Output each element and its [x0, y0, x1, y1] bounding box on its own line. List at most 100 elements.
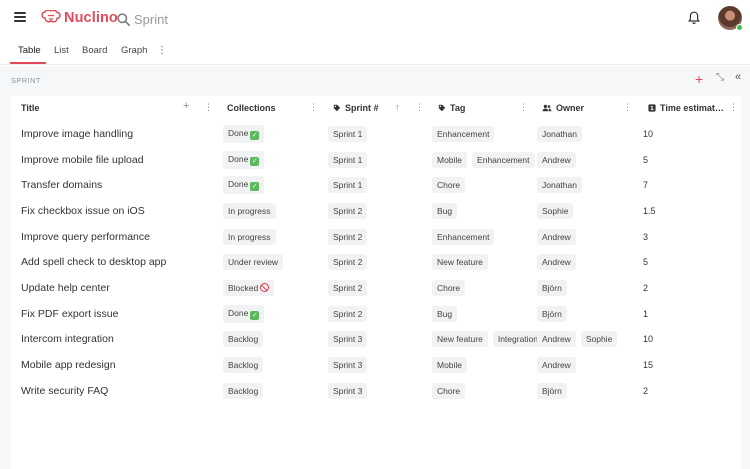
- column-menu-icon[interactable]: ⋮: [519, 103, 528, 112]
- table-row[interactable]: Improve image handling Done ✓ Sprint 1 Enhan…: [11, 121, 741, 147]
- sprint-cell[interactable]: Sprint 2: [328, 301, 372, 327]
- collection-cell[interactable]: In progress: [223, 198, 281, 224]
- time-estimate-cell[interactable]: 5: [643, 147, 648, 173]
- table-row[interactable]: Improve mobile file upload Done ✓ Sprint 1 M…: [11, 147, 741, 173]
- add-item-button[interactable]: +: [695, 72, 703, 86]
- sprint-cell[interactable]: Sprint 2: [328, 224, 372, 250]
- row-title[interactable]: Update help center: [21, 275, 110, 301]
- tabs-more-icon[interactable]: ⋮: [157, 45, 167, 56]
- owner-cell[interactable]: Andrew: [537, 224, 641, 250]
- collection-cell[interactable]: Done ✓: [223, 121, 269, 147]
- column-menu-icon[interactable]: ⋮: [623, 103, 632, 112]
- column-header-collections[interactable]: Collections: [227, 96, 276, 120]
- time-estimate-cell[interactable]: 10: [643, 327, 653, 353]
- tag-cell[interactable]: New feature Integration: [432, 327, 538, 353]
- tag-cell[interactable]: Bug: [432, 301, 538, 327]
- row-title[interactable]: Add spell check to desktop app: [21, 250, 166, 276]
- column-header-tag[interactable]: Tag: [438, 96, 465, 120]
- time-estimate-cell[interactable]: 1.5: [643, 198, 656, 224]
- logo[interactable]: Nuclino: [41, 8, 118, 28]
- column-menu-icon[interactable]: ⋮: [729, 103, 738, 112]
- tab-graph[interactable]: Graph: [121, 45, 147, 65]
- add-column-icon[interactable]: +: [183, 101, 189, 112]
- tag-cell[interactable]: Enhancement: [432, 121, 538, 147]
- tab-board[interactable]: Board: [82, 45, 107, 65]
- collection-cell[interactable]: Under review: [223, 250, 288, 276]
- collection-cell[interactable]: Blocked: [223, 275, 279, 301]
- tag-cell[interactable]: Mobile Enhancement: [432, 147, 538, 173]
- sort-ascending-icon[interactable]: ↑: [395, 103, 400, 112]
- column-header-owner[interactable]: Owner: [542, 96, 584, 120]
- sprint-cell[interactable]: Sprint 1: [328, 172, 372, 198]
- table-row[interactable]: Write security FAQ Backlog Sprint 3 Chore Bj…: [11, 378, 741, 404]
- time-estimate-cell[interactable]: 15: [643, 352, 653, 378]
- sprint-cell[interactable]: Sprint 3: [328, 327, 372, 353]
- bell-icon[interactable]: [688, 11, 700, 25]
- time-estimate-cell[interactable]: 10: [643, 121, 653, 147]
- sprint-cell[interactable]: Sprint 2: [328, 275, 372, 301]
- column-header-sprint[interactable]: Sprint #: [333, 96, 379, 120]
- column-menu-icon[interactable]: ⋮: [415, 103, 424, 112]
- column-menu-icon[interactable]: ⋮: [204, 103, 213, 112]
- collection-cell[interactable]: Done ✓: [223, 172, 269, 198]
- row-title[interactable]: Transfer domains: [21, 172, 102, 198]
- tag-cell[interactable]: New feature: [432, 250, 538, 276]
- collection-cell[interactable]: Backlog: [223, 327, 268, 353]
- time-estimate-cell[interactable]: 2: [643, 275, 648, 301]
- owner-cell[interactable]: Andrew Sophie: [537, 327, 641, 353]
- time-estimate-cell[interactable]: 3: [643, 224, 648, 250]
- owner-cell[interactable]: Jonathan: [537, 121, 641, 147]
- table-row[interactable]: Fix PDF export issue Done ✓ Sprint 2 Bug Björ…: [11, 301, 741, 327]
- collapse-panel-icon[interactable]: «: [735, 71, 741, 83]
- owner-cell[interactable]: Björn: [537, 275, 641, 301]
- collection-cell[interactable]: Backlog: [223, 352, 268, 378]
- owner-cell[interactable]: Björn: [537, 301, 641, 327]
- time-estimate-cell[interactable]: 2: [643, 378, 648, 404]
- time-estimate-cell[interactable]: 5: [643, 250, 648, 276]
- table-row[interactable]: Intercom integration Backlog Sprint 3 New f…: [11, 327, 741, 353]
- tag-cell[interactable]: Chore: [432, 378, 538, 404]
- row-title[interactable]: Intercom integration: [21, 327, 114, 353]
- tag-cell[interactable]: Enhancement: [432, 224, 538, 250]
- table-row[interactable]: Improve query performance In progress Spri…: [11, 224, 741, 250]
- row-title[interactable]: Write security FAQ: [21, 378, 108, 404]
- sprint-cell[interactable]: Sprint 1: [328, 147, 372, 173]
- collection-cell[interactable]: Backlog: [223, 378, 268, 404]
- owner-cell[interactable]: Andrew: [537, 250, 641, 276]
- row-title[interactable]: Improve image handling: [21, 121, 133, 147]
- sprint-cell[interactable]: Sprint 2: [328, 198, 372, 224]
- row-title[interactable]: Improve query performance: [21, 224, 150, 250]
- column-menu-icon[interactable]: ⋮: [309, 103, 318, 112]
- owner-cell[interactable]: Björn: [537, 378, 641, 404]
- sprint-cell[interactable]: Sprint 3: [328, 352, 372, 378]
- sprint-cell[interactable]: Sprint 3: [328, 378, 372, 404]
- tag-cell[interactable]: Bug: [432, 198, 538, 224]
- menu-icon[interactable]: [14, 12, 26, 22]
- time-estimate-cell[interactable]: 1: [643, 301, 648, 327]
- column-header-title[interactable]: Title: [21, 96, 39, 120]
- table-row[interactable]: Fix checkbox issue on iOS In progress Spri…: [11, 198, 741, 224]
- row-title[interactable]: Fix PDF export issue: [21, 301, 118, 327]
- tag-cell[interactable]: Chore: [432, 172, 538, 198]
- owner-cell[interactable]: Sophie: [537, 198, 641, 224]
- owner-cell[interactable]: Jonathan: [537, 172, 641, 198]
- sprint-cell[interactable]: Sprint 1: [328, 121, 372, 147]
- column-header-time[interactable]: 1 Time estimat…: [648, 96, 728, 120]
- row-title[interactable]: Mobile app redesign: [21, 352, 116, 378]
- compress-icon[interactable]: ⤡: [716, 72, 724, 83]
- row-title[interactable]: Fix checkbox issue on iOS: [21, 198, 145, 224]
- tag-cell[interactable]: Mobile: [432, 352, 538, 378]
- table-row[interactable]: Add spell check to desktop app Under revi…: [11, 250, 741, 276]
- collection-cell[interactable]: Done ✓: [223, 147, 269, 173]
- tag-cell[interactable]: Chore: [432, 275, 538, 301]
- owner-cell[interactable]: Andrew: [537, 147, 641, 173]
- time-estimate-cell[interactable]: 7: [643, 172, 648, 198]
- row-title[interactable]: Improve mobile file upload: [21, 147, 144, 173]
- owner-cell[interactable]: Andrew: [537, 352, 641, 378]
- collection-cell[interactable]: In progress: [223, 224, 281, 250]
- tab-list[interactable]: List: [54, 45, 69, 65]
- collection-cell[interactable]: Done ✓: [223, 301, 269, 327]
- table-row[interactable]: Update help center Blocked Sprint 2 Chore Bj…: [11, 275, 741, 301]
- search-input[interactable]: Sprint: [117, 10, 168, 28]
- sprint-cell[interactable]: Sprint 2: [328, 250, 372, 276]
